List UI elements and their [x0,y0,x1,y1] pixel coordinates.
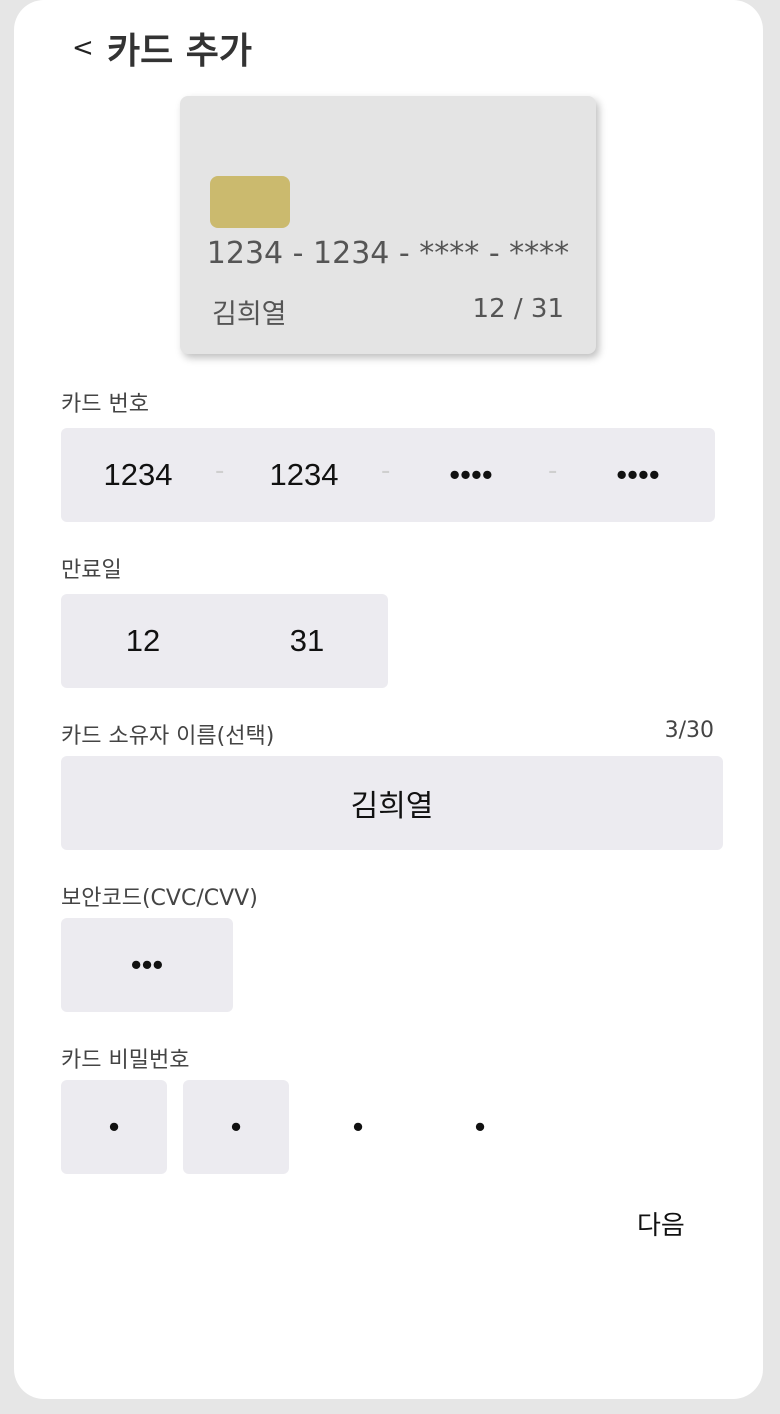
card-number-input-1[interactable]: 1234 [63,428,213,522]
page-title: 카드 추가 [107,31,253,72]
pin-digit-4: • [474,1109,486,1144]
pin-label: 카드 비밀번호 [61,1048,190,1073]
expiry-month-input[interactable]: 12 [61,623,225,659]
card-number-separator: - [381,456,391,486]
card-number-separator: - [215,456,225,486]
card-preview-owner: 김희열 [212,299,287,330]
owner-name-label: 카드 소유자 이름(선택) [61,724,275,749]
cvc-input[interactable]: ••• [61,918,233,1012]
owner-name-counter: 3/30 [664,718,714,743]
cvc-label: 보안코드(CVC/CVV) [61,886,258,911]
card-number-input-3[interactable]: •••• [396,428,546,522]
expiry-year-input[interactable]: 31 [225,623,389,659]
pin-digit-3: • [352,1109,364,1144]
card-preview-expiry: 12 / 31 [472,294,564,324]
card-number-input-2[interactable]: 1234 [229,428,379,522]
next-button[interactable]: 다음 [637,1205,685,1242]
card-preview: 1234 - 1234 - **** - **** 김희열 12 / 31 [180,96,596,354]
expiry-label: 만료일 [61,558,122,583]
card-chip-icon [210,176,290,228]
card-preview-number: 1234 - 1234 - **** - **** [206,236,570,271]
pin-input-1[interactable]: • [61,1080,167,1174]
card-number-separator: - [548,456,558,486]
back-button[interactable]: < [72,33,102,63]
pin-input-2[interactable]: • [183,1080,289,1174]
expiry-field: 12 31 [61,594,388,688]
card-number-input-4[interactable]: •••• [563,428,713,522]
card-number-label: 카드 번호 [61,392,149,417]
card-number-field: 1234 - 1234 - •••• - •••• [61,428,715,522]
header: < 카드 추가 [72,22,252,74]
owner-name-input[interactable]: 김희열 [61,756,723,850]
